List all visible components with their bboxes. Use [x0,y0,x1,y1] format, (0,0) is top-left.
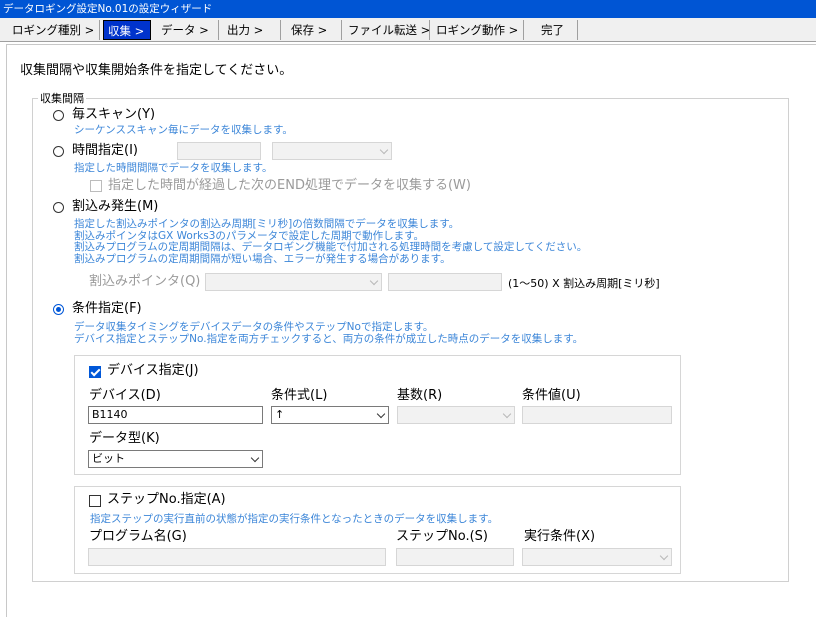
condition-value-label: 条件値(U) [522,388,581,403]
step-spec-label[interactable]: ステップNo.指定(A) [107,492,226,508]
time-value-input[interactable] [177,142,261,160]
step-no-label: ステップNo.(S) [396,529,488,544]
condition-expression-value: ↑ [275,408,285,421]
condition-value-input[interactable] [522,406,672,424]
tab-data[interactable]: データ > [157,20,219,40]
execution-condition-select[interactable] [522,548,672,566]
every-scan-radio[interactable] [53,110,64,121]
step-spec-checkbox[interactable] [89,495,101,507]
interrupt-radio[interactable] [53,202,64,213]
tab-save[interactable]: 保存 > [287,20,342,40]
every-scan-label[interactable]: 毎スキャン(Y) [72,107,155,123]
interrupt-description-4: 割込みプログラムの定周期間隔が短い場合、エラーが発生する場合があります。 [74,252,451,265]
tab-logging-operation[interactable]: ロギング動作 > [432,20,524,40]
chevron-down-icon [502,409,512,419]
device-spec-checkbox[interactable] [89,366,101,378]
radix-select[interactable] [397,406,515,424]
chevron-down-icon [250,453,260,463]
condition-spec-label[interactable]: 条件指定(F) [72,301,142,317]
tab-complete[interactable]: 完了 [528,20,578,40]
data-type-value: ビット [92,452,125,465]
interrupt-description-1: 指定した割込みポインタの割込み周期[ミリ秒]の倍数間隔でデータを収集します。 [74,218,460,230]
time-unit-select[interactable] [272,142,392,160]
device-input[interactable]: B1140 [88,406,263,424]
execution-condition-label: 実行条件(X) [524,529,596,544]
program-name-label: プログラム名(G) [89,529,187,544]
radix-label: 基数(R) [397,388,443,403]
data-type-label: データ型(K) [89,431,160,446]
device-label: デバイス(D) [89,388,161,403]
device-spec-label[interactable]: デバイス指定(J) [107,363,199,379]
chevron-down-icon [659,551,669,561]
interrupt-multiplier-input[interactable] [388,273,502,291]
tab-file-transfer[interactable]: ファイル転送 > [344,20,430,40]
interrupt-label[interactable]: 割込み発生(M) [72,199,158,215]
window-title: データロギング設定No.01の設定ウィザード [0,0,816,18]
time-spec-description: 指定した時間間隔でデータを収集します。 [74,162,273,174]
program-name-input[interactable] [88,548,386,566]
interrupt-pointer-select[interactable] [205,273,382,291]
chevron-down-icon [379,145,389,155]
data-type-select[interactable]: ビット [88,450,263,468]
every-scan-description: シーケンススキャン毎にデータを収集します。 [74,124,293,136]
condition-description-2: デバイス指定とステップNo.指定を両方チェックすると、両方の条件が成立した時点の… [74,333,584,345]
interrupt-pointer-label: 割込みポインタ(Q) [89,274,201,289]
tab-logging-type[interactable]: ロギング種別 > [8,20,100,40]
interrupt-description-3: 割込みプログラムの定周期間隔は、データロギング機能で付加される処理時間を考慮して… [74,241,588,253]
end-processing-checkbox[interactable] [90,180,102,192]
chevron-down-icon [376,409,386,419]
condition-description-1: データ収集タイミングをデバイスデータの条件やステップNoで指定します。 [74,321,434,333]
collection-interval-group-title: 収集間隔 [38,90,86,106]
interrupt-multiplier-label: (1〜50) X 割込み周期[ミリ秒] [508,277,660,290]
step-no-input[interactable] [396,548,514,566]
tab-output[interactable]: 出力 > [223,20,281,40]
chevron-down-icon [369,276,379,286]
step-spec-description: 指定ステップの実行直前の状態が指定の実行条件となったときのデータを収集します。 [90,513,499,525]
condition-spec-radio[interactable] [53,304,64,315]
tab-collection[interactable]: 収集 > [103,20,151,40]
time-spec-label[interactable]: 時間指定(I) [72,143,138,159]
wizard-tab-bar: ロギング種別 > 収集 > データ > 出力 > 保存 > ファイル転送 > ロ… [0,18,816,42]
time-spec-radio[interactable] [53,146,64,157]
condition-expression-select[interactable]: ↑ [271,406,389,424]
instruction-text: 収集間隔や収集開始条件を指定してください。 [20,63,293,78]
condition-expression-label: 条件式(L) [271,388,328,403]
end-processing-label[interactable]: 指定した時間が経過した次のEND処理でデータを収集する(W) [108,178,471,194]
